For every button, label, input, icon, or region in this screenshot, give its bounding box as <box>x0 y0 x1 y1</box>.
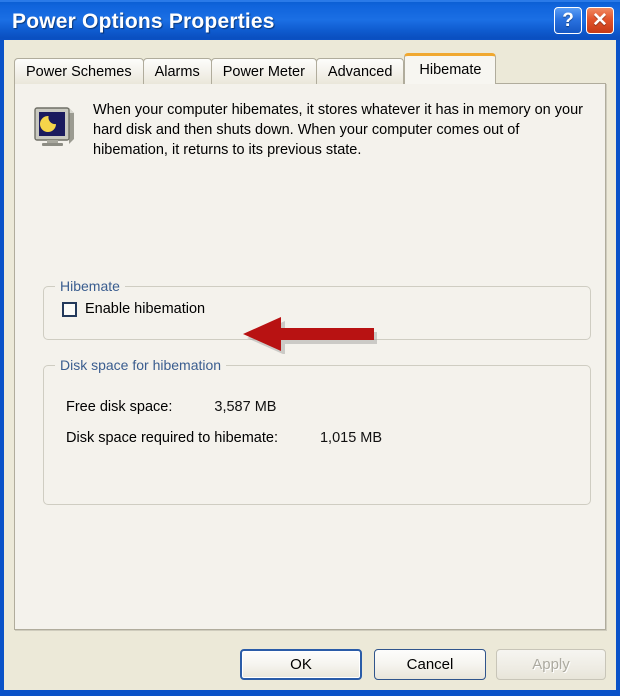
monitor-moon-icon <box>29 102 79 150</box>
help-button[interactable]: ? <box>554 7 582 34</box>
required-disk-space-row: Disk space required to hibemate: 1,015 MB <box>66 430 382 446</box>
tab-label: Hibemate <box>419 62 482 78</box>
enable-hibernation-label: Enable hibemation <box>85 301 206 317</box>
hibernate-group-label: Hibemate <box>55 278 125 294</box>
tab-hibernate[interactable]: Hibemate <box>404 53 497 84</box>
tab-label: Power Meter <box>222 63 305 80</box>
tab-power-schemes[interactable]: Power Schemes <box>14 58 144 84</box>
dialog-footer: OK Cancel Apply <box>4 640 616 690</box>
close-icon[interactable]: ✕ <box>586 7 614 34</box>
required-disk-space-value: 1,015 MB <box>319 430 383 446</box>
apply-button: Apply <box>496 649 606 680</box>
title-bar[interactable]: Power Options Properties ? ✕ <box>0 0 620 42</box>
tab-label: Advanced <box>327 63 393 80</box>
title-bar-buttons: ? ✕ <box>554 7 614 34</box>
disk-space-group-label: Disk space for hibemation <box>55 357 227 373</box>
free-disk-space-row: Free disk space: 3,587 MB <box>66 399 276 415</box>
enable-hibernation-checkbox[interactable] <box>62 301 77 317</box>
tab-power-meter[interactable]: Power Meter <box>210 58 317 84</box>
hibernate-group-box: Hibemate Enable hibemation <box>43 278 591 340</box>
hibernate-info-block: When your computer hibemates, it stores … <box>29 100 589 160</box>
tab-advanced[interactable]: Advanced <box>315 58 405 84</box>
hibernate-description: When your computer hibemates, it stores … <box>93 102 583 158</box>
dialog-client-area: Power Schemes Alarms Power Meter Advance… <box>4 40 616 690</box>
tab-label: Alarms <box>154 63 200 80</box>
window-title: Power Options Properties <box>12 10 275 33</box>
tab-strip: Power Schemes Alarms Power Meter Advance… <box>14 53 497 84</box>
tab-label: Power Schemes <box>26 63 132 80</box>
power-options-dialog: Power Options Properties ? ✕ Power Schem… <box>0 0 620 696</box>
free-disk-space-label: Free disk space: <box>66 399 173 415</box>
enable-hibernation-checkbox-row[interactable]: Enable hibemation <box>62 301 205 317</box>
hibernate-tab-panel: When your computer hibemates, it stores … <box>14 83 606 630</box>
cancel-button[interactable]: Cancel <box>374 649 486 680</box>
disk-space-group-box: Disk space for hibemation Free disk spac… <box>43 357 591 505</box>
free-disk-space-value: 3,587 MB <box>214 399 277 415</box>
ok-button[interactable]: OK <box>240 649 362 680</box>
required-disk-space-label: Disk space required to hibemate: <box>66 430 278 446</box>
tab-alarms[interactable]: Alarms <box>142 58 212 84</box>
